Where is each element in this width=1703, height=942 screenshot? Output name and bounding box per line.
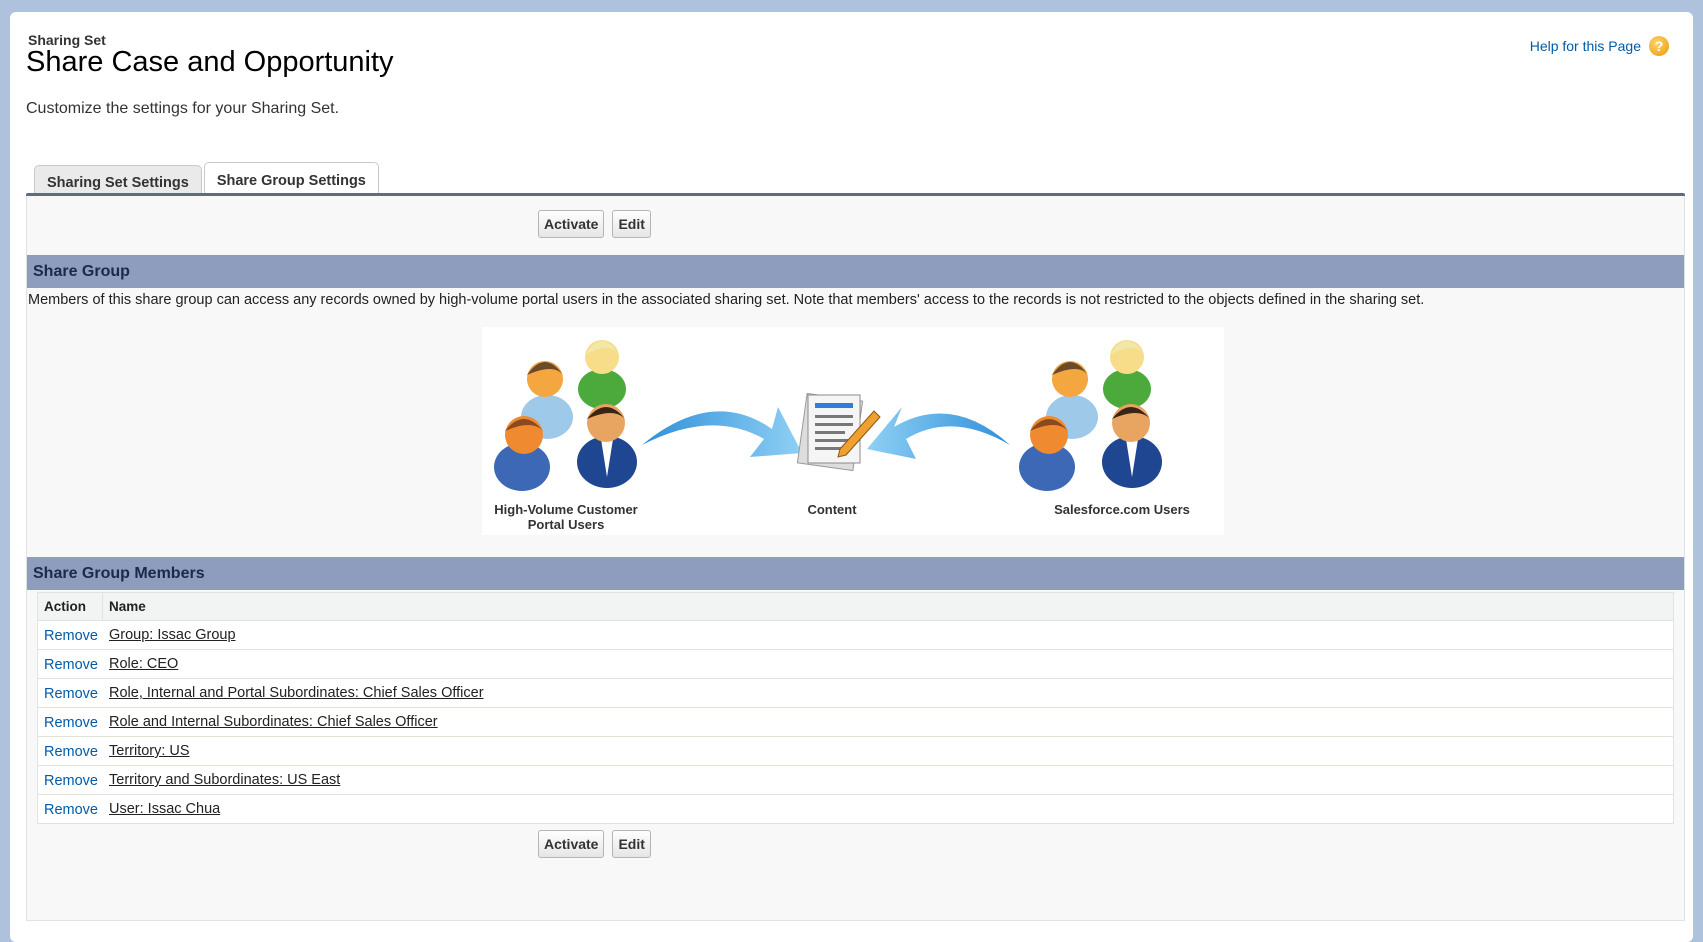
remove-link[interactable]: Remove bbox=[38, 679, 103, 707]
member-name-link[interactable]: Role and Internal Subordinates: Chief Sa… bbox=[103, 714, 438, 730]
document-icon bbox=[796, 392, 881, 472]
member-name-link[interactable]: Role, Internal and Portal Subordinates: … bbox=[103, 685, 484, 701]
portal-users-icon bbox=[494, 340, 637, 491]
member-name-link[interactable]: Territory and Subordinates: US East bbox=[103, 772, 340, 788]
member-name-link[interactable]: Territory: US bbox=[103, 743, 190, 759]
remove-link[interactable]: Remove bbox=[38, 708, 103, 736]
table-row: Remove Territory: US bbox=[38, 737, 1673, 766]
content-label: Content bbox=[807, 502, 857, 517]
edit-button-bottom[interactable]: Edit bbox=[612, 830, 651, 858]
share-group-panel: Activate Edit Share Group Members of thi… bbox=[26, 196, 1685, 921]
remove-link[interactable]: Remove bbox=[38, 795, 103, 823]
share-group-header: Share Group bbox=[27, 255, 1684, 288]
salesforce-users-label: Salesforce.com Users bbox=[1054, 502, 1190, 517]
member-name-link[interactable]: Role: CEO bbox=[103, 656, 178, 672]
edit-button[interactable]: Edit bbox=[612, 210, 651, 238]
portal-users-label: High-Volume Customer Portal Users bbox=[482, 502, 650, 532]
member-name-link[interactable]: Group: Issac Group bbox=[103, 627, 236, 643]
help-link-label[interactable]: Help for this Page bbox=[1530, 38, 1641, 54]
arrow-right-icon bbox=[642, 407, 802, 457]
table-row: Remove Role: CEO bbox=[38, 650, 1673, 679]
portal-users-label-line2: Portal Users bbox=[527, 517, 605, 532]
top-button-row: Activate Edit bbox=[538, 210, 651, 238]
table-row: Remove Role and Internal Subordinates: C… bbox=[38, 708, 1673, 737]
table-row: Remove Group: Issac Group bbox=[38, 621, 1673, 650]
share-group-description: Members of this share group can access a… bbox=[28, 292, 1425, 308]
table-row: Remove Role, Internal and Portal Subordi… bbox=[38, 679, 1673, 708]
page-title: Share Case and Opportunity bbox=[26, 46, 394, 78]
tab-bar: Sharing Set Settings Share Group Setting… bbox=[34, 152, 379, 199]
salesforce-users-icon bbox=[1019, 340, 1162, 491]
table-row: Remove User: Issac Chua bbox=[38, 795, 1673, 823]
remove-link[interactable]: Remove bbox=[38, 766, 103, 794]
portal-users-label-line1: High-Volume Customer bbox=[494, 502, 638, 517]
remove-link[interactable]: Remove bbox=[38, 650, 103, 678]
share-group-members-header: Share Group Members bbox=[27, 557, 1684, 590]
remove-link[interactable]: Remove bbox=[38, 737, 103, 765]
member-name-link[interactable]: User: Issac Chua bbox=[103, 801, 220, 817]
bottom-button-row: Activate Edit bbox=[538, 830, 651, 858]
remove-link[interactable]: Remove bbox=[38, 621, 103, 649]
table-row: Remove Territory and Subordinates: US Ea… bbox=[38, 766, 1673, 795]
question-circle-icon[interactable]: ? bbox=[1649, 36, 1669, 56]
column-header-action: Action bbox=[38, 593, 103, 620]
activate-button[interactable]: Activate bbox=[538, 210, 605, 238]
arrow-left-icon bbox=[867, 407, 1010, 459]
members-table-header: Action Name bbox=[38, 593, 1673, 621]
tab-share-group-settings[interactable]: Share Group Settings bbox=[203, 162, 379, 197]
activate-button-bottom[interactable]: Activate bbox=[538, 830, 605, 858]
page-description: Customize the settings for your Sharing … bbox=[26, 100, 340, 117]
column-header-name: Name bbox=[109, 599, 146, 614]
page-card: Sharing Set Share Case and Opportunity H… bbox=[10, 12, 1693, 942]
sharing-diagram: High-Volume Customer Portal Users Conten… bbox=[482, 327, 1224, 535]
members-table: Action Name Remove Group: Issac Group Re… bbox=[37, 592, 1674, 824]
help-link[interactable]: Help for this Page ? bbox=[1530, 36, 1669, 56]
